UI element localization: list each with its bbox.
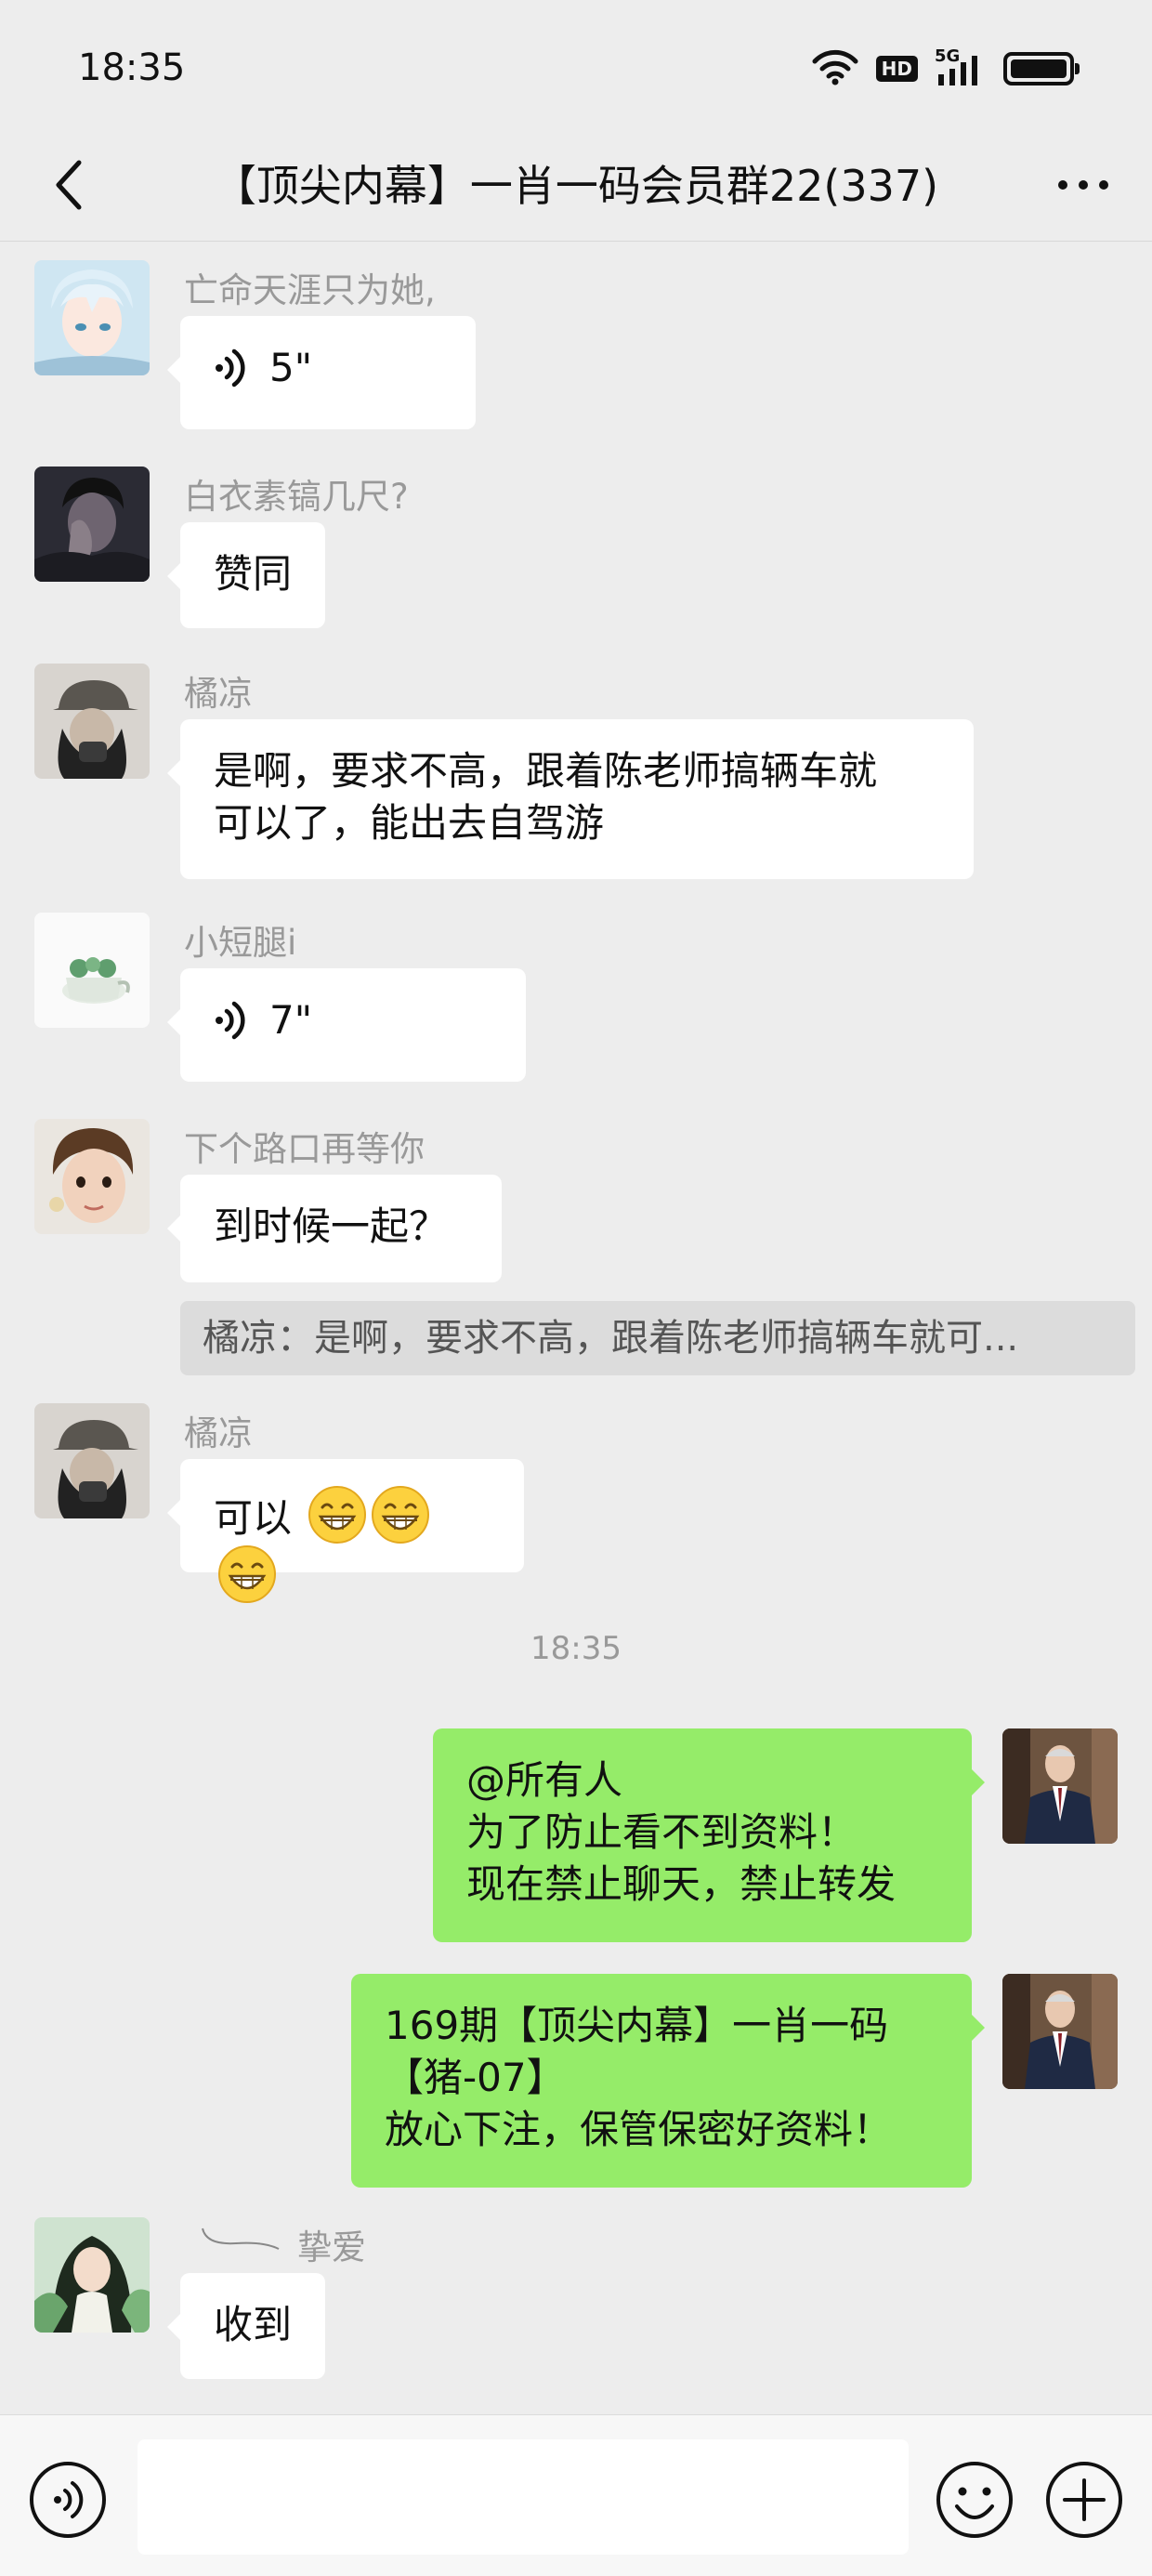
- message-text-line: 169期【顶尖内幕】一肖一码: [385, 2003, 889, 2048]
- chat-header: 【顶尖内幕】一肖一码会员群22(337): [0, 130, 1152, 242]
- status-bar: 18:35 HD 5G: [0, 0, 1152, 139]
- avatar[interactable]: [34, 1403, 150, 1518]
- voice-message-bubble[interactable]: 5": [167, 316, 476, 429]
- avatar[interactable]: [34, 664, 150, 779]
- voice-icon: [30, 2462, 106, 2538]
- avatar[interactable]: [1002, 1728, 1118, 1844]
- message-text-line: 是啊，要求不高，跟着陈老师搞辆车就: [214, 748, 878, 794]
- message-text-line: 为了防止看不到资料！: [466, 1809, 857, 1855]
- message-bubble[interactable]: 是啊，要求不高，跟着陈老师搞辆车就 可以了，能出去自驾游: [167, 719, 974, 879]
- avatar[interactable]: [34, 260, 150, 375]
- sender-name: 白衣素镐几尺?: [184, 477, 409, 517]
- message-bubble[interactable]: 到时候一起？: [167, 1175, 502, 1282]
- message-text: 赞同: [214, 551, 293, 597]
- battery-icon: [1003, 52, 1080, 85]
- chevron-left-icon: [56, 160, 82, 210]
- message-text-line: 可以了，能出去自驾游: [214, 800, 605, 846]
- sender-name: 橘凉: [184, 1413, 253, 1453]
- voice-wave-icon: [216, 1001, 245, 1040]
- message-input[interactable]: [137, 2439, 909, 2555]
- message-bubble-sent[interactable]: 169期【顶尖内幕】一肖一码 【猪-07】 放心下注，保管保密好资料！: [351, 1974, 985, 2188]
- sender-name: 亡命天涯只为她,: [184, 270, 436, 310]
- voice-input-button[interactable]: [28, 2460, 108, 2540]
- avatar[interactable]: [34, 2217, 150, 2333]
- wifi-icon: [811, 48, 859, 89]
- more-options-button[interactable]: [1037, 143, 1130, 227]
- smiley-icon: [936, 2462, 1013, 2538]
- sender-name: 下个路口再等你: [184, 1129, 425, 1169]
- message-text-line: 现在禁止聊天，禁止转发: [466, 1861, 897, 1907]
- voice-duration: 7": [269, 997, 313, 1043]
- message-text: 到时候一起？: [214, 1203, 449, 1249]
- quoted-message[interactable]: 橘凉：是啊，要求不高，跟着陈老师搞辆车就可...: [180, 1301, 1135, 1375]
- back-button[interactable]: [28, 143, 111, 227]
- avatar[interactable]: [34, 467, 150, 582]
- sender-name: 挚爱: [297, 2228, 366, 2267]
- plus-icon: [1046, 2462, 1122, 2538]
- message-text: 收到: [214, 2302, 293, 2347]
- avatar[interactable]: [34, 1119, 150, 1234]
- voice-message-bubble[interactable]: 7": [167, 968, 526, 1082]
- message-bubble[interactable]: 可以: [167, 1459, 524, 1603]
- hd-badge: HD: [875, 56, 918, 82]
- voice-duration: 5": [269, 345, 313, 390]
- message-bubble[interactable]: 赞同: [166, 522, 326, 628]
- message-text-line: @所有人: [466, 1757, 623, 1803]
- avatar[interactable]: [34, 913, 150, 1028]
- grinning-emoji-icon: [218, 1545, 276, 1603]
- chat-timestamp: 18:35: [530, 1630, 622, 1667]
- signal-5g-icon: 5G: [935, 46, 987, 87]
- message-text-line: 放心下注，保管保密好资料！: [385, 2107, 893, 2152]
- name-decoration: [199, 2225, 282, 2253]
- input-bar: [0, 2414, 1152, 2576]
- sender-name: 小短腿i: [184, 923, 297, 963]
- message-bubble[interactable]: 收到: [166, 2273, 326, 2379]
- chat-title: 【顶尖内幕】一肖一码会员群22(337): [213, 161, 939, 211]
- message-text-line: 【猪-07】: [385, 2055, 566, 2100]
- status-time: 18:35: [78, 46, 186, 89]
- status-icons: HD 5G: [811, 46, 1080, 89]
- sender-name: 橘凉: [184, 674, 253, 714]
- message-text: 可以: [214, 1495, 293, 1541]
- emoji-button[interactable]: [935, 2460, 1015, 2540]
- grinning-emoji-icon: [308, 1486, 367, 1544]
- message-bubble-sent[interactable]: @所有人 为了防止看不到资料！ 现在禁止聊天，禁止转发: [433, 1728, 985, 1942]
- more-actions-button[interactable]: [1044, 2460, 1124, 2540]
- more-icon: [1058, 180, 1067, 190]
- grinning-emoji-icon: [372, 1486, 430, 1544]
- chat-message-list[interactable]: 亡命天涯只为她, 5" 白衣素镐几尺? 赞同 橘凉 是啊，要求不高，跟着陈老师搞…: [0, 243, 1152, 2414]
- voice-wave-icon: [216, 348, 245, 388]
- avatar[interactable]: [1002, 1974, 1118, 2089]
